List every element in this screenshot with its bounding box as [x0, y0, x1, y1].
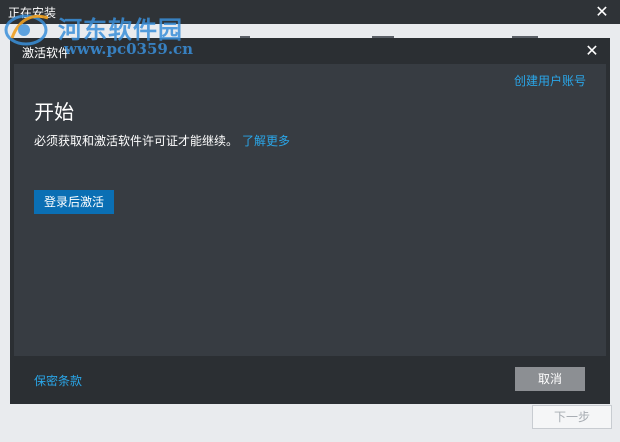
create-account-link[interactable]: 创建用户账号: [514, 72, 586, 89]
page-title: 开始: [34, 100, 74, 124]
description-text: 必须获取和激活软件许可证才能继续。 了解更多: [34, 132, 290, 149]
privacy-policy-link[interactable]: 保密条款: [34, 372, 82, 389]
activation-dialog: 激活软件 ✕ 创建用户账号 开始 必须获取和激活软件许可证才能继续。 了解更多 登…: [10, 38, 610, 404]
outer-close-icon[interactable]: ✕: [592, 1, 612, 23]
description-label: 必须获取和激活软件许可证才能继续。: [34, 134, 239, 148]
learn-more-link[interactable]: 了解更多: [242, 134, 290, 148]
dialog-close-icon[interactable]: ✕: [582, 40, 602, 62]
dialog-content-panel: 创建用户账号 开始 必须获取和激活软件许可证才能继续。 了解更多 登录后激活: [14, 64, 606, 356]
cancel-button[interactable]: 取消: [515, 367, 585, 391]
next-button[interactable]: 下一步: [532, 405, 612, 429]
signin-activate-button[interactable]: 登录后激活: [34, 190, 114, 214]
watermark-url: www.pc0359.cn: [64, 40, 194, 58]
watermark-logo-icon: [4, 14, 49, 46]
